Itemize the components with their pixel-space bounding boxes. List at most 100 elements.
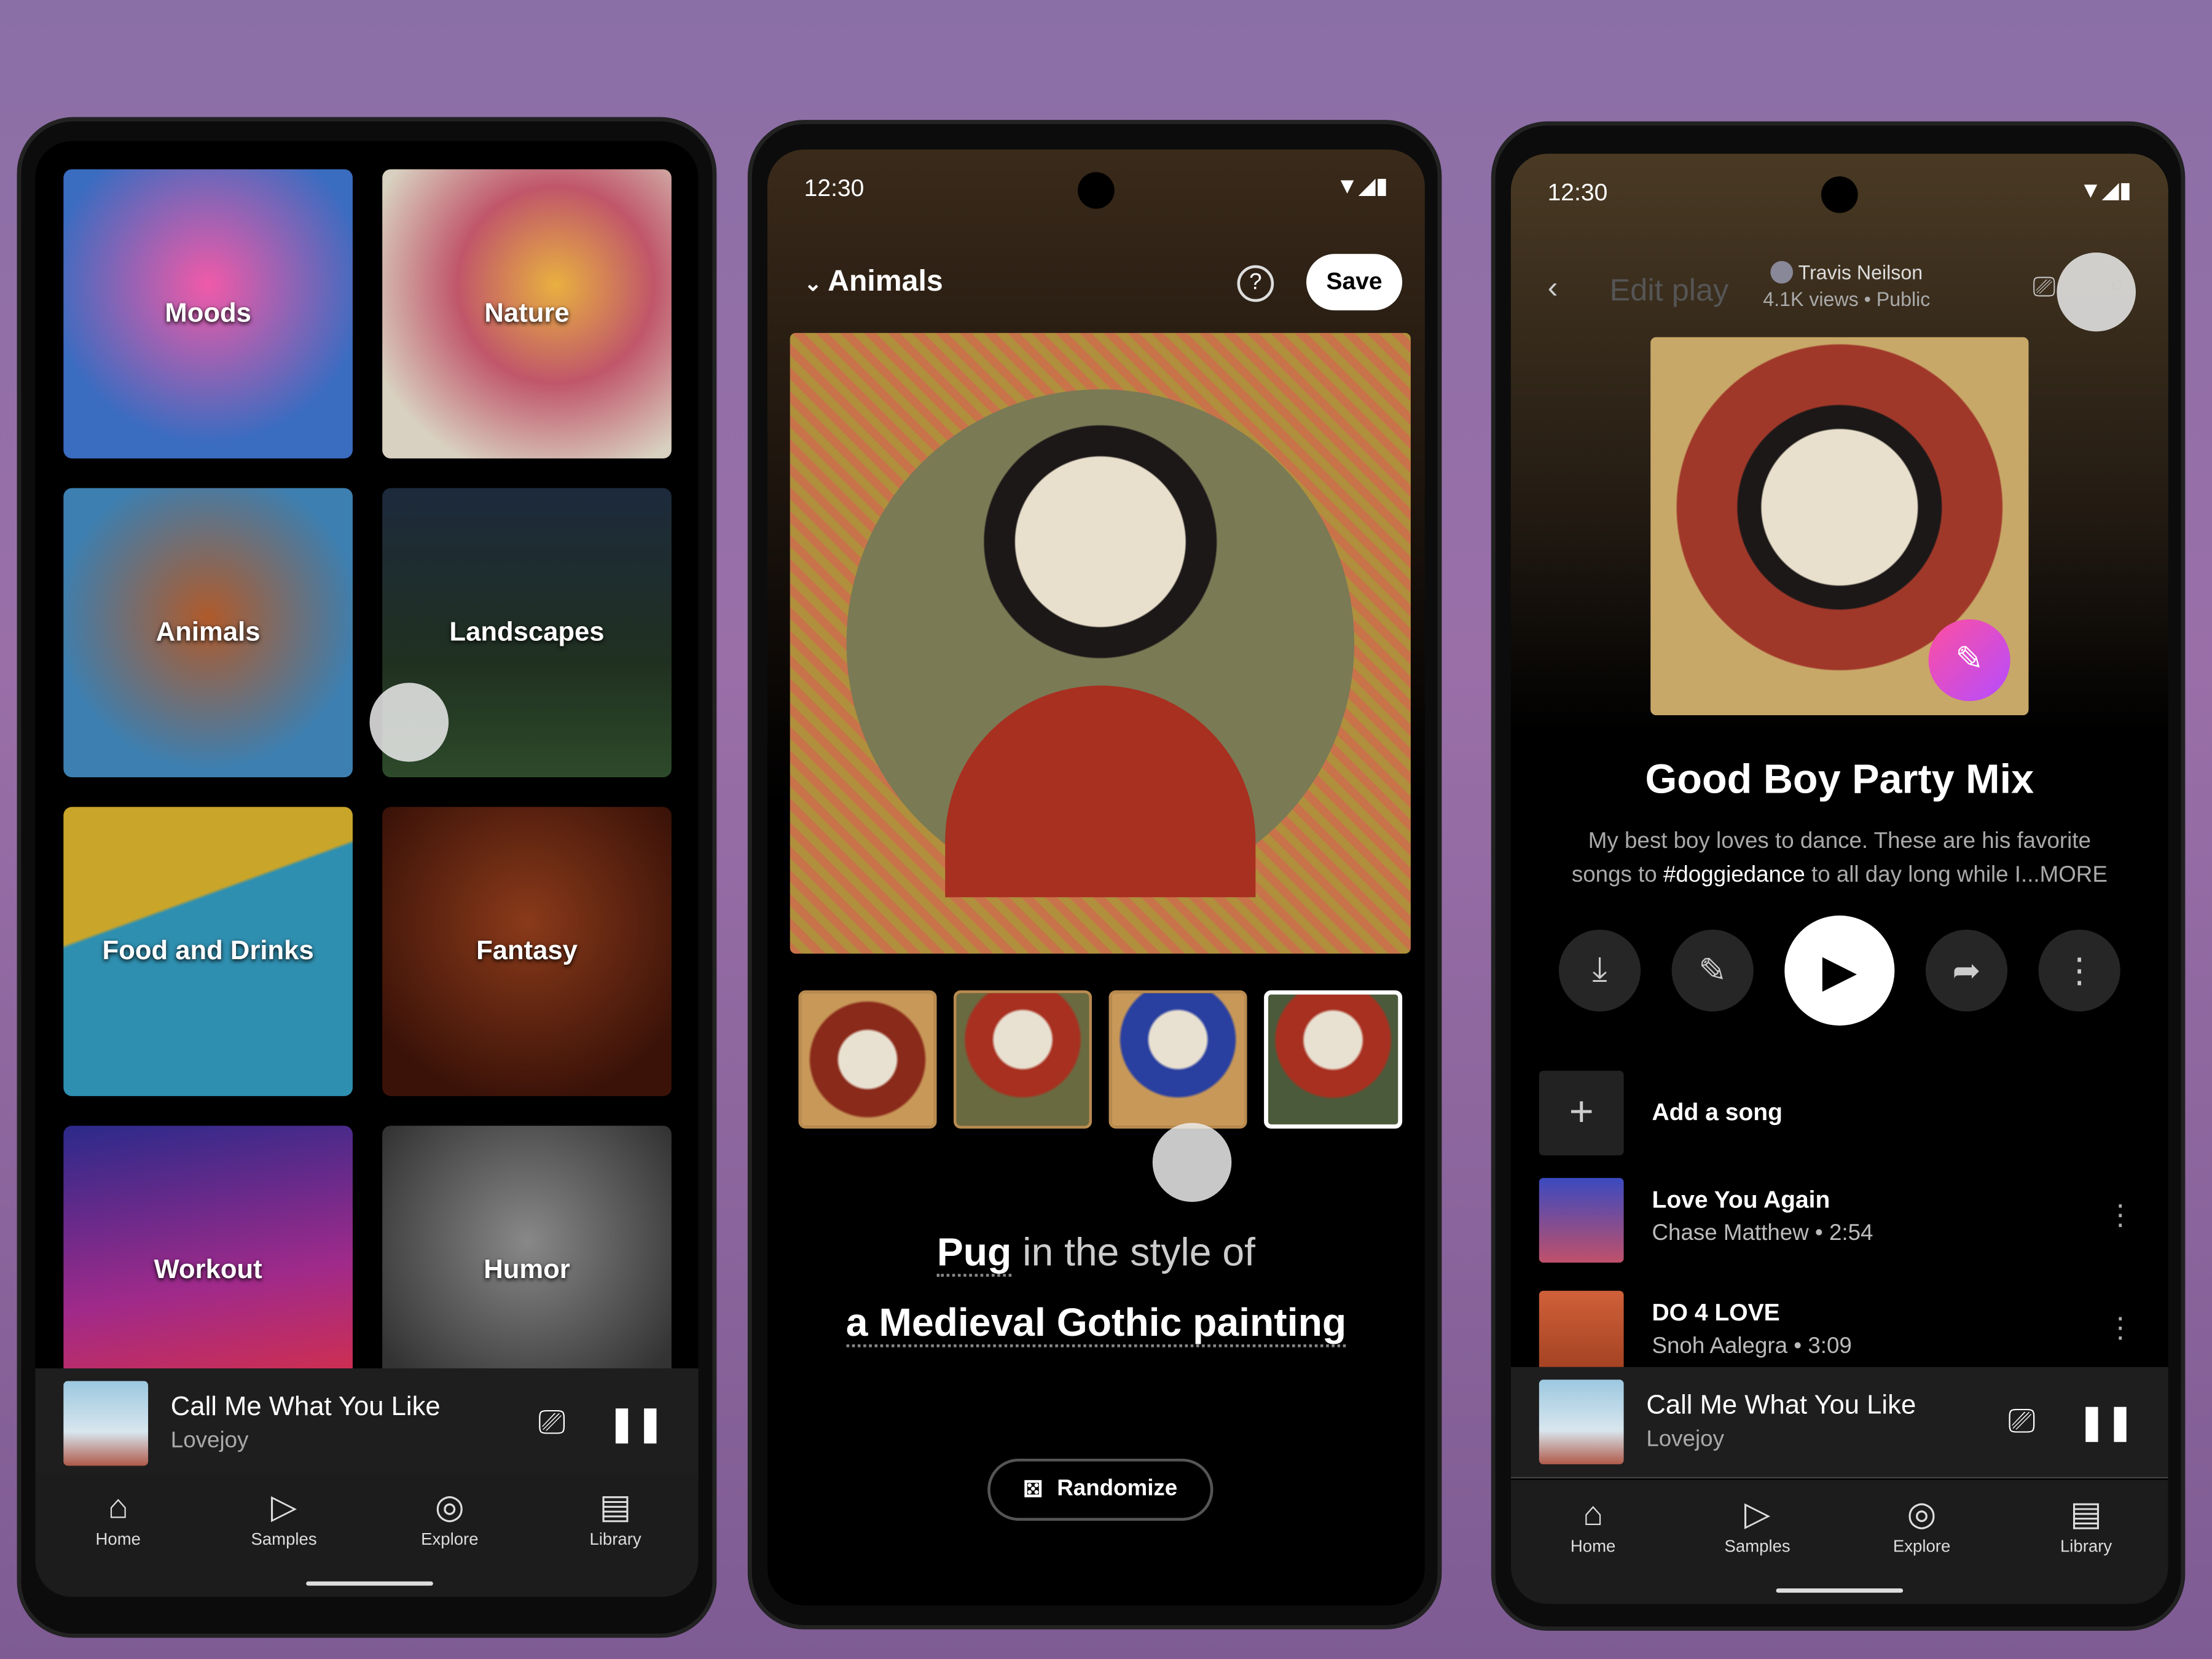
prompt-subject[interactable]: Pug <box>936 1230 1012 1277</box>
download-icon[interactable]: ⤓ <box>1558 929 1641 1012</box>
thumbnail-3[interactable] <box>1108 990 1247 1129</box>
compass-icon: ◎ <box>1907 1495 1937 1534</box>
prompt-connector: in the style of <box>1022 1230 1255 1274</box>
nav-samples[interactable]: ▷ Samples <box>1708 1494 1807 1604</box>
prompt-line-1: Pug in the style of <box>767 1230 1425 1277</box>
nav-library[interactable]: ▤ Library <box>2037 1494 2136 1604</box>
playlist-title: Good Boy Party Mix <box>1645 757 2034 803</box>
home-icon: ⌂ <box>1583 1495 1604 1534</box>
library-icon: ▤ <box>2070 1495 2103 1534</box>
nav-label: Home <box>1570 1536 1616 1556</box>
play-icon[interactable]: ▶ <box>1784 916 1895 1026</box>
playlist-description[interactable]: My best boy loves to dance. These are hi… <box>1525 825 2154 893</box>
nav-label: Samples <box>251 1529 317 1549</box>
category-label: Moods <box>165 298 251 328</box>
status-time: 12:30 <box>1547 179 1608 206</box>
category-label: Workout <box>154 1255 262 1285</box>
category-dropdown[interactable]: ⌄ Animals <box>804 265 943 299</box>
home-icon: ⌂ <box>108 1488 128 1527</box>
nav-home[interactable]: ⌂ Home <box>69 1487 168 1597</box>
playlist-screen: 12:30 ▼◢▮ ‹ Edit play Travis Neilson 4.1… <box>1510 154 2168 1604</box>
status-icons: ▼◢▮ <box>2079 179 2132 203</box>
category-label: Food and Drinks <box>102 936 314 966</box>
cast-icon[interactable]: ⎚ <box>2033 272 2055 305</box>
search-icon[interactable]: ⌕ <box>2109 270 2125 302</box>
more-icon[interactable]: ⋮ <box>2038 929 2120 1012</box>
touch-indicator <box>369 683 449 762</box>
category-food-and-drinks[interactable]: Food and Drinks <box>63 807 353 1096</box>
category-title: Animals <box>828 265 943 298</box>
nav-label: Explore <box>421 1529 479 1549</box>
thumbnail-2[interactable] <box>954 990 1092 1129</box>
save-button[interactable]: Save <box>1306 254 1403 311</box>
artwork-screen: 12:30 ▼◢▮ ⌄ Animals ? Save Pug in the st… <box>767 149 1425 1606</box>
song-row[interactable]: Love You Again Chase Matthew • 2:54 ⋮ <box>1539 1178 2140 1265</box>
nav-library[interactable]: ▤ Library <box>566 1487 665 1597</box>
mini-player[interactable]: Call Me What You Like Lovejoy ⎚ ❚❚ <box>35 1368 699 1479</box>
category-nature[interactable]: Nature <box>382 169 672 459</box>
song-art <box>1539 1178 1624 1263</box>
mini-player-artist: Lovejoy <box>1646 1427 1724 1452</box>
back-icon[interactable]: ‹ <box>1548 270 1558 307</box>
add-song-row[interactable]: + Add a song <box>1539 1070 2140 1158</box>
mini-player-title: Call Me What You Like <box>1646 1390 1916 1421</box>
thumbnail-4-selected[interactable] <box>1264 990 1403 1129</box>
category-label: Landscapes <box>449 617 605 647</box>
gesture-bar <box>306 1581 433 1586</box>
category-label: Humor <box>484 1255 570 1285</box>
nav-label: Explore <box>1892 1536 1951 1556</box>
category-label: Animals <box>155 617 261 647</box>
prompt-style[interactable]: a Medieval Gothic painting <box>845 1300 1347 1347</box>
more-link[interactable]: MORE <box>2040 863 2108 887</box>
playlist-meta: 4.1K views • Public <box>1763 288 1931 311</box>
category-fantasy[interactable]: Fantasy <box>382 807 672 1096</box>
edit-icon[interactable]: ✎ <box>1671 929 1754 1012</box>
add-song-label: Add a song <box>1652 1099 1783 1126</box>
red-robe <box>945 685 1256 898</box>
samples-icon: ▷ <box>1744 1495 1771 1534</box>
phone-artwork: 12:30 ▼◢▮ ⌄ Animals ? Save Pug in the st… <box>747 120 1442 1630</box>
playback-progress <box>1510 1477 2168 1479</box>
description-text: songs to <box>1571 863 1663 888</box>
mini-player[interactable]: Call Me What You Like Lovejoy ⎚ ❚❚ <box>1510 1367 2168 1477</box>
category-label: Fantasy <box>476 936 578 966</box>
cast-icon[interactable]: ⎚ <box>2008 1402 2035 1441</box>
edit-playlist-title: Edit play <box>1609 272 1729 308</box>
hashtag-link[interactable]: #doggiedance <box>1663 863 1805 887</box>
song-subtitle: Snoh Aalegra • 3:09 <box>1652 1334 1852 1359</box>
owner-name[interactable]: Travis Neilson <box>1798 261 1923 284</box>
nav-samples[interactable]: ▷ Samples <box>235 1487 334 1597</box>
gesture-bar <box>1776 1588 1904 1593</box>
pause-icon[interactable]: ❚❚ <box>2077 1402 2134 1443</box>
song-row[interactable]: DO 4 LOVE Snoh Aalegra • 3:09 ⋮ <box>1539 1290 2140 1378</box>
category-moods[interactable]: Moods <box>63 169 353 459</box>
nav-home[interactable]: ⌂ Home <box>1543 1494 1642 1604</box>
bottom-nav: ⌂ Home ▷ Samples ◎ Explore ▤ Library <box>1510 1480 2168 1604</box>
thumbnail-1[interactable] <box>798 990 937 1129</box>
randomize-button[interactable]: ⚄ Randomize <box>987 1458 1214 1521</box>
nav-explore[interactable]: ◎ Explore <box>400 1487 499 1597</box>
help-icon[interactable]: ? <box>1237 265 1274 302</box>
mini-player-artist: Lovejoy <box>170 1429 249 1453</box>
pause-icon[interactable]: ❚❚ <box>608 1403 664 1444</box>
nav-label: Home <box>95 1529 141 1549</box>
bottom-nav: ⌂ Home ▷ Samples ◎ Explore ▤ Library <box>35 1472 699 1597</box>
samples-icon: ▷ <box>270 1488 297 1527</box>
mini-player-title: Call Me What You Like <box>170 1392 441 1422</box>
cast-icon[interactable]: ⎚ <box>538 1403 565 1443</box>
pug-portrait <box>846 389 1355 898</box>
nav-explore[interactable]: ◎ Explore <box>1872 1494 1971 1604</box>
song-more-icon[interactable]: ⋮ <box>2106 1198 2135 1233</box>
share-icon[interactable]: ➦ <box>1925 929 2008 1012</box>
touch-indicator <box>1152 1123 1232 1202</box>
randomize-label: Randomize <box>1057 1477 1178 1501</box>
owner-avatar <box>1770 261 1794 284</box>
variation-thumbnails <box>798 990 1424 1132</box>
status-time: 12:30 <box>804 175 865 202</box>
category-label: Nature <box>484 298 570 328</box>
mini-player-art <box>1539 1379 1624 1465</box>
status-icons: ▼◢▮ <box>1336 175 1389 199</box>
edit-cover-magic-icon[interactable]: ✎ <box>1928 619 2010 702</box>
category-animals[interactable]: Animals <box>63 488 353 778</box>
song-more-icon[interactable]: ⋮ <box>2106 1311 2135 1346</box>
